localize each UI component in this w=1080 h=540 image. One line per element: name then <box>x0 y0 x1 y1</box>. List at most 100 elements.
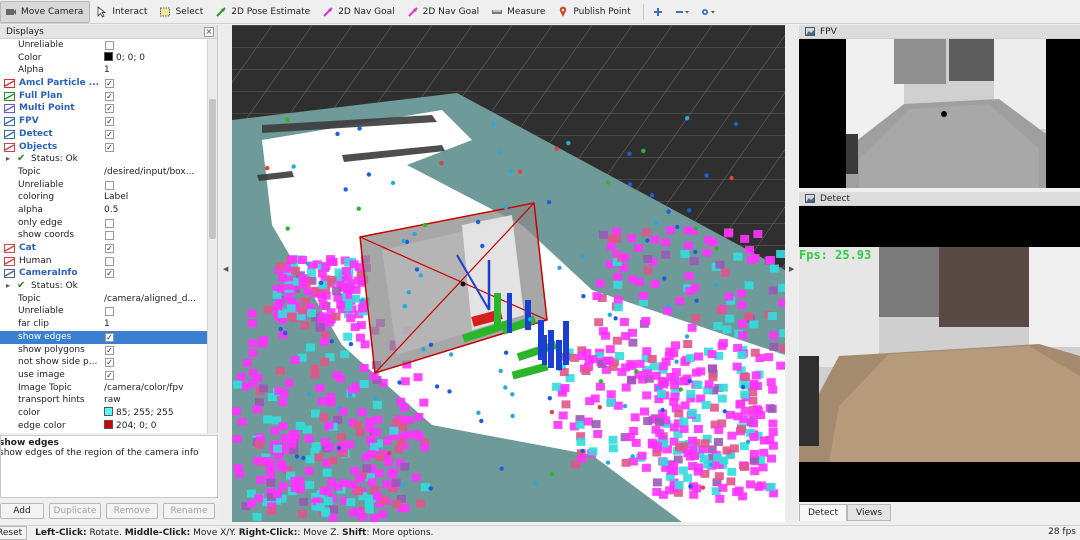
display-item[interactable]: Human <box>0 255 207 268</box>
checkbox[interactable]: ✓ <box>105 332 114 342</box>
checkbox[interactable]: ✓ <box>105 269 114 279</box>
expand-arrow-icon[interactable]: ▸ <box>6 153 10 166</box>
display-item[interactable]: Detect ✓ <box>0 128 207 141</box>
checkbox[interactable]: ✓ <box>105 79 114 89</box>
checkbox[interactable]: ✓ <box>105 345 114 355</box>
property-row[interactable]: show coords <box>0 229 207 242</box>
close-icon[interactable]: × <box>204 27 214 37</box>
property-value[interactable]: 0.5 <box>104 204 204 217</box>
interact-icon <box>97 5 107 18</box>
property-name: use image <box>18 369 65 380</box>
hint-key: Shift <box>342 528 367 538</box>
checkbox[interactable] <box>105 218 114 228</box>
display-item[interactable]: FPV ✓ <box>0 115 207 128</box>
remove-button[interactable]: Remove <box>106 503 158 519</box>
property-row[interactable]: coloring Label <box>0 191 207 204</box>
property-row[interactable]: alpha 0.5 <box>0 204 207 217</box>
render-3d-view[interactable] <box>232 25 785 522</box>
property-row[interactable]: show edges ✓ <box>0 330 207 344</box>
move-camera-tool[interactable]: Move Camera <box>0 0 91 23</box>
scrollbar-thumb[interactable] <box>209 99 216 239</box>
property-value[interactable]: Label <box>104 191 204 204</box>
tool-label: 2D Pose Estimate <box>231 6 311 17</box>
reset-button[interactable]: Reset <box>0 526 28 540</box>
property-row[interactable]: only edge <box>0 217 207 230</box>
publish-point-icon <box>560 6 567 17</box>
nav-goal-tool[interactable]: 2D Nav Goal <box>318 1 400 23</box>
display-type-icon <box>4 256 15 266</box>
checkbox[interactable] <box>105 256 114 266</box>
collapse-left-icon[interactable]: ◀ <box>223 265 228 273</box>
property-value-text: 1 <box>104 319 110 330</box>
checkbox[interactable] <box>105 307 114 317</box>
property-row[interactable]: Color 0; 0; 0 <box>0 51 207 65</box>
duplicate-button[interactable]: Duplicate <box>49 503 101 519</box>
checkbox[interactable] <box>105 231 114 241</box>
property-row[interactable]: far clip 1 <box>0 318 207 331</box>
property-row[interactable]: Unreliable <box>0 179 207 192</box>
displays-scrollbar[interactable] <box>207 39 217 433</box>
pose-estimate-tool[interactable]: 2D Pose Estimate <box>211 1 316 23</box>
checkbox[interactable]: ✓ <box>105 142 114 152</box>
property-row[interactable]: Topic/camera/aligned_d... <box>0 293 207 306</box>
interact-tool[interactable]: Interact <box>92 1 153 23</box>
collapse-right-icon[interactable]: ▶ <box>789 265 794 273</box>
property-value[interactable]: 204; 0; 0 <box>104 419 204 433</box>
checkbox[interactable]: ✓ <box>105 358 114 368</box>
property-value[interactable]: /desired/input/box... <box>104 166 204 179</box>
property-row[interactable]: edge color 204; 0; 0 <box>0 419 207 433</box>
expand-arrow-icon[interactable]: ▸ <box>6 280 10 293</box>
checkbox[interactable]: ✓ <box>105 117 114 127</box>
select-tool[interactable]: Select <box>155 1 209 23</box>
checkbox[interactable] <box>105 180 114 190</box>
display-item[interactable]: Multi Point ✓ <box>0 102 207 115</box>
checkbox[interactable]: ✓ <box>105 370 114 380</box>
right-dock-tabs: Detect Views <box>799 504 892 521</box>
status-row[interactable]: ▸ ✔ Status: Ok <box>0 280 207 293</box>
display-item[interactable]: Amcl Particle ... ✓ <box>0 77 207 90</box>
rename-button[interactable]: Rename <box>163 503 215 519</box>
property-row[interactable]: use image ✓ <box>0 369 207 382</box>
property-value[interactable]: 0; 0; 0 <box>104 51 204 65</box>
measure-tool[interactable]: Measure <box>487 1 551 23</box>
property-row[interactable]: not show side p... ✓ <box>0 356 207 369</box>
property-row[interactable]: Alpha 1 <box>0 64 207 77</box>
property-row[interactable]: Unreliable <box>0 305 207 318</box>
add-tool-button[interactable] <box>648 1 668 23</box>
property-row[interactable]: color 85; 255; 255 <box>0 406 207 420</box>
property-value[interactable]: 85; 255; 255 <box>104 406 204 420</box>
checkbox[interactable] <box>105 41 114 50</box>
tab-views[interactable]: Views <box>847 504 892 521</box>
property-value[interactable]: /camera/aligned_d... <box>104 293 204 306</box>
property-name: show coords <box>18 230 75 241</box>
property-value[interactable]: 1 <box>104 64 204 77</box>
display-item[interactable]: Cat ✓ <box>0 242 207 255</box>
publish-point-tool[interactable]: Publish Point <box>553 1 636 23</box>
tool-label: Move Camera <box>21 6 84 17</box>
property-row[interactable]: Unreliable <box>0 39 207 52</box>
checkbox[interactable]: ✓ <box>105 129 114 139</box>
display-item[interactable]: CameraInfo ✓ <box>0 267 207 280</box>
tab-detect[interactable]: Detect <box>799 504 848 521</box>
add-button[interactable]: Add <box>0 503 44 519</box>
checkbox[interactable]: ✓ <box>105 104 114 114</box>
property-row[interactable]: Topic/desired/input/box... <box>0 166 207 179</box>
remove-tool-button[interactable] <box>670 1 694 23</box>
nav-goal-tool-2[interactable]: 2D Nav Goal <box>403 1 485 23</box>
checkbox[interactable]: ✓ <box>105 244 114 253</box>
property-row[interactable]: transport hints raw <box>0 394 207 407</box>
tool-label: Publish Point <box>573 6 631 17</box>
property-value[interactable]: /camera/color/fpv <box>104 382 204 395</box>
status-row[interactable]: ▸ ✔ Status: Ok <box>0 153 207 166</box>
checkbox[interactable]: ✓ <box>105 91 114 101</box>
display-name: CameraInfo <box>19 268 78 279</box>
left-splitter[interactable]: ◀ <box>220 25 232 522</box>
right-splitter[interactable]: ▶ <box>786 25 798 522</box>
property-value[interactable]: raw <box>104 394 204 407</box>
display-item[interactable]: Objects ✓ <box>0 141 207 154</box>
property-value[interactable]: 1 <box>104 318 204 331</box>
camera-type-button[interactable] <box>696 1 720 23</box>
property-row[interactable]: Image Topic/camera/color/fpv <box>0 382 207 395</box>
property-row[interactable]: show polygons ✓ <box>0 344 207 357</box>
display-item[interactable]: Full Plan ✓ <box>0 90 207 103</box>
